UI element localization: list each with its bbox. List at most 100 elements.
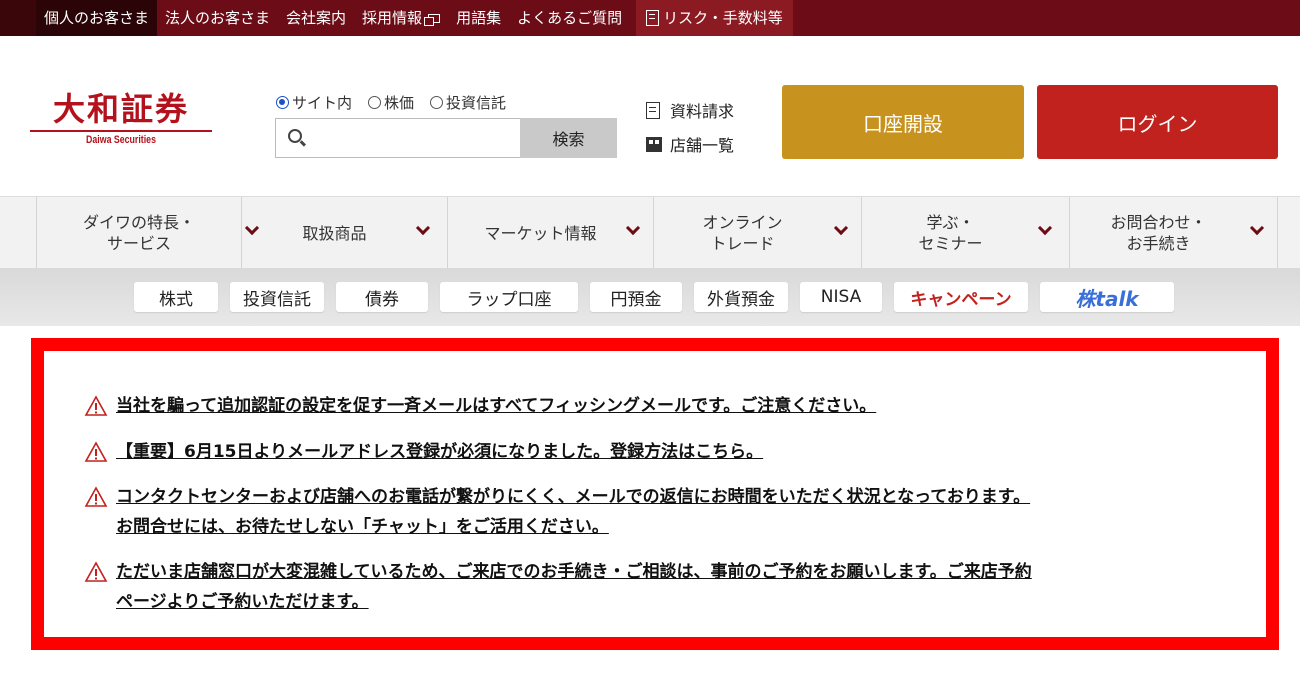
global-nav: ダイワの特長・ サービス 取扱商品 マーケット情報 オンライントレード 学ぶ・セミ…	[0, 196, 1300, 269]
topbar-item-risk[interactable]: リスク・手数料等	[636, 0, 793, 36]
notice-line: お問合せには、お待たせしない「チャット」をご活用ください。	[116, 517, 609, 537]
topbar-item-label: よくあるご質問	[517, 9, 623, 27]
nav-label-line2: トレード	[710, 234, 775, 253]
radio-dot	[276, 96, 289, 109]
notice-line: コンタクトセンターおよび店舗へのお電話が繋がりにくく、メールでの返信にお時間をい…	[116, 487, 1031, 507]
topbar-item-label: 会社案内	[286, 9, 347, 27]
logo-jp-text: 大和証券	[52, 90, 189, 128]
subnav-fx-deposit[interactable]: 外貨預金	[694, 282, 788, 312]
login-button[interactable]: ログイン	[1037, 85, 1278, 159]
subnav-bond[interactable]: 債券	[336, 282, 428, 312]
logo-rule	[30, 130, 212, 132]
chevron-down-icon	[833, 220, 849, 236]
subnav-stock[interactable]: 株式	[134, 282, 218, 312]
subnav-fund[interactable]: 投資信託	[230, 282, 324, 312]
nav-label: ダイワの特長・ サービス	[83, 212, 195, 254]
notice-item: 当社を騙って追加認証の設定を促す一斉メールはすべてフィッシングメールです。ご注意…	[84, 391, 876, 421]
notice-item: コンタクトセンターおよび店舗へのお電話が繋がりにくく、メールでの返信にお時間をい…	[84, 482, 1030, 542]
chevron-down-icon	[1037, 220, 1053, 236]
topbar-item-company[interactable]: 会社案内	[278, 0, 354, 36]
external-link-icon	[424, 13, 441, 26]
notice-link-store-reservation[interactable]: ただいま店舗窓口が大変混雑しているため、ご来店でのお手続き・ご相談は、事前のご予…	[116, 557, 1032, 617]
topbar-menu: 個人のお客さま 法人のお客さま 会社案内 採用情報 用語集 よくあるご質問 リス…	[36, 0, 793, 36]
notice-link-phishing[interactable]: 当社を騙って追加認証の設定を促す一斉メールはすべてフィッシングメールです。ご注意…	[116, 391, 876, 421]
radio-site[interactable]: サイト内	[276, 92, 352, 113]
topbar-item-label: リスク・手数料等	[663, 9, 783, 27]
nav-online-trade[interactable]: オンライン トレード	[654, 197, 862, 269]
radio-dot	[368, 96, 382, 109]
notice-item: 【重要】6月15日よりメールアドレス登録が必須になりました。登録方法はこちら。	[84, 437, 763, 467]
notice-link-email-registration[interactable]: 【重要】6月15日よりメールアドレス登録が必須になりました。登録方法はこちら。	[116, 437, 763, 467]
nav-label: 学ぶ・ セミナー	[918, 212, 982, 254]
search-input[interactable]	[312, 119, 512, 157]
topbar-item-glossary[interactable]: 用語集	[448, 0, 509, 36]
notice-link-contact-center[interactable]: コンタクトセンターおよび店舗へのお電話が繋がりにくく、メールでの返信にお時間をい…	[116, 482, 1030, 542]
topbar-item-label: 個人のお客さま	[44, 9, 150, 27]
nav-label: オンライン トレード	[702, 212, 782, 254]
topbar-item-label: 法人のお客さま	[165, 9, 271, 27]
subnav-kabutalk[interactable]: 株talk	[1040, 282, 1174, 312]
radio-label: 株価	[384, 94, 415, 112]
nav-label-line2: お手続き	[1126, 234, 1191, 253]
radio-label: 投資信託	[446, 94, 507, 112]
topbar-item-label: 採用情報	[362, 9, 423, 27]
radio-fund[interactable]: 投資信託	[430, 92, 506, 113]
warning-icon	[84, 486, 108, 507]
topbar-accent	[0, 0, 36, 36]
utility-links: 資料請求 店舗一覧	[646, 98, 734, 166]
nav-label-line1: 学ぶ・	[926, 213, 975, 232]
search-button[interactable]: 検索	[520, 118, 617, 158]
subnav-yen-deposit[interactable]: 円預金	[590, 282, 682, 312]
open-account-button[interactable]: 口座開設	[782, 85, 1024, 159]
warning-icon	[84, 395, 108, 416]
notice-item: ただいま店舗窓口が大変混雑しているため、ご来店でのお手続き・ご相談は、事前のご予…	[84, 557, 1032, 617]
document-icon	[646, 10, 660, 26]
topbar-item-faq[interactable]: よくあるご質問	[509, 0, 630, 36]
nav-label-line1: お問合わせ・	[1110, 213, 1207, 232]
nav-label-line2: サービス	[106, 234, 171, 253]
chevron-down-icon	[415, 220, 431, 236]
notice-line: ページよりご予約いただけます。	[116, 592, 369, 612]
subnav-nisa[interactable]: NISA	[800, 282, 882, 312]
document-icon	[646, 101, 660, 119]
subnav-campaign[interactable]: キャンペーン	[894, 282, 1028, 312]
radio-stock[interactable]: 株価	[368, 92, 414, 113]
subnav-wrap[interactable]: ラップ口座	[440, 282, 578, 312]
logo-en-text: Daiwa Securities	[86, 134, 156, 146]
nav-label: 取扱商品	[302, 223, 367, 243]
notice-line: ただいま店舗窓口が大変混雑しているため、ご来店でのお手続き・ご相談は、事前のご予…	[116, 562, 1032, 582]
nav-label: マーケット情報	[484, 223, 597, 243]
warning-icon	[84, 441, 108, 462]
nav-market[interactable]: マーケット情報	[448, 197, 654, 269]
chevron-down-icon	[625, 220, 641, 236]
nav-learn[interactable]: 学ぶ・ セミナー	[862, 197, 1070, 269]
search-scope-radios: サイト内 株価 投資信託	[276, 92, 522, 113]
daiwa-logo[interactable]: 大和証券 Daiwa Securities	[30, 90, 212, 154]
store-icon	[646, 136, 662, 152]
radio-label: サイト内	[292, 94, 353, 112]
topbar-item-label: 用語集	[456, 9, 502, 27]
top-utility-bar: 個人のお客さま 法人のお客さま 会社案内 採用情報 用語集 よくあるご質問 リス…	[0, 0, 1300, 36]
search-icon	[288, 129, 302, 143]
radio-dot	[430, 96, 444, 109]
topbar-item-corporate[interactable]: 法人のお客さま	[157, 0, 278, 36]
search-input-wrap	[275, 118, 520, 158]
chevron-down-icon	[1249, 220, 1265, 236]
nav-features[interactable]: ダイワの特長・ サービス	[36, 197, 260, 269]
nav-label-line2: セミナー	[918, 234, 983, 253]
search-box: 検索	[275, 118, 617, 158]
topbar-item-recruit[interactable]: 採用情報	[354, 0, 448, 36]
notice-line: 【重要】6月15日よりメールアドレス登録が必須になりました。登録方法はこちら。	[116, 442, 764, 462]
topbar-item-individual[interactable]: 個人のお客さま	[36, 0, 158, 36]
store-list-label: 店舗一覧	[670, 136, 735, 155]
nav-contact[interactable]: お問合わせ・ お手続き	[1070, 197, 1278, 269]
request-docs-link[interactable]: 資料請求	[646, 98, 734, 122]
nav-label-line1: オンライン	[702, 213, 783, 232]
nav-label: お問合わせ・ お手続き	[1110, 212, 1206, 254]
store-list-link[interactable]: 店舗一覧	[646, 132, 734, 156]
request-docs-label: 資料請求	[670, 102, 735, 121]
important-notice-box: 当社を騙って追加認証の設定を促す一斉メールはすべてフィッシングメールです。ご注意…	[31, 338, 1279, 650]
nav-products[interactable]: 取扱商品	[242, 197, 448, 269]
notice-line: 当社を騙って追加認証の設定を促す一斉メールはすべてフィッシングメールです。ご注意…	[116, 396, 877, 416]
product-subnav: 株式 投資信託 債券 ラップ口座 円預金 外貨預金 NISA キャンペーン 株t…	[0, 268, 1300, 326]
